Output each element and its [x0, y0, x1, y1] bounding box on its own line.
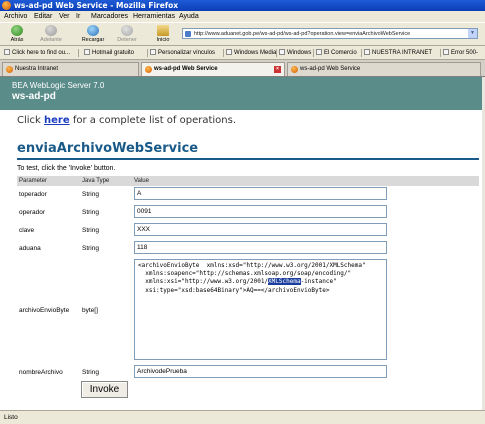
aduana-input[interactable]: 118	[134, 241, 387, 254]
back-button[interactable]: Atrás	[2, 24, 32, 46]
menu-herramientas[interactable]: Herramientas	[133, 13, 175, 21]
bookmark-icon	[150, 49, 156, 55]
back-label: Atrás	[10, 37, 24, 43]
title-divider	[17, 158, 479, 160]
back-arrow-icon	[11, 25, 23, 36]
status-bar: Listo	[0, 410, 485, 424]
menu-editar[interactable]: Editar	[34, 13, 52, 21]
operation-title: enviaArchivoWebService	[17, 141, 199, 156]
menu-ver[interactable]: Ver	[59, 13, 70, 21]
param-row-archivo-envio-byte: archivoEnvioByte byte[] <archivoEnvioByt…	[17, 259, 479, 362]
bookmark-icon	[364, 49, 370, 55]
home-icon	[157, 25, 169, 36]
menu-ayuda[interactable]: Ayuda	[179, 13, 199, 21]
tab-nuestra-intranet[interactable]: Nuestra Intranet	[2, 62, 139, 76]
archivo-envio-byte-textarea[interactable]: <archivoEnvioByte xmlns:xsd="http://www.…	[134, 259, 387, 360]
tab-close-icon[interactable]: ×	[274, 66, 281, 73]
firefox-icon	[2, 1, 11, 10]
stop-icon	[121, 25, 133, 36]
status-text: Listo	[4, 414, 18, 421]
invoke-button[interactable]: Invoke	[81, 381, 128, 398]
bookmark-item[interactable]: Windows Media	[226, 48, 276, 58]
tab-ws-ad-pd-active[interactable]: ws-ad-pd Web Service ×	[141, 62, 285, 76]
menu-archivo[interactable]: Archivo	[4, 13, 27, 21]
param-row-clave: clave String XXX	[17, 222, 479, 240]
bookmark-item[interactable]: Personalizar vínculos	[150, 48, 215, 58]
clave-input[interactable]: XXX	[134, 223, 387, 236]
invoke-button-wrapper: Invoke	[81, 381, 128, 398]
selected-text: XMLSchema	[268, 278, 301, 286]
reload-icon	[87, 25, 99, 36]
page-icon	[185, 31, 191, 37]
url-bar[interactable]: http://www.aduanet.gob.pe/ws-ad-pd/ws-ad…	[182, 28, 478, 39]
home-label: Inicio	[156, 37, 170, 43]
intro-text: Click here for a complete list of operat…	[17, 115, 237, 126]
window-title: ws-ad-pd Web Service - Mozilla Firefox	[14, 1, 179, 10]
banner-server-name: BEA WebLogic Server 7.0	[12, 81, 105, 90]
bookmarks-toolbar: Click here to find ou... Hotmail gratuit…	[0, 46, 485, 60]
tab-ws-ad-pd[interactable]: ws-ad-pd Web Service	[287, 62, 481, 76]
home-button[interactable]: Inicio	[148, 24, 178, 46]
param-row-nombre-archivo: nombreArchivo String ArchivodePrueba	[17, 364, 479, 382]
forward-label: Adelante	[40, 37, 62, 43]
param-row-aduana: aduana String 118	[17, 240, 479, 258]
window-title-bar: ws-ad-pd Web Service - Mozilla Firefox	[0, 0, 485, 11]
page-content: BEA WebLogic Server 7.0 ws-ad-pd Click h…	[0, 77, 485, 410]
header-value: Value	[134, 178, 149, 184]
url-dropdown-icon[interactable]: ▼	[468, 29, 477, 38]
weblogic-banner: BEA WebLogic Server 7.0 ws-ad-pd	[0, 77, 482, 110]
operador-input[interactable]: 0091	[134, 205, 387, 218]
url-text: http://www.aduanet.gob.pe/ws-ad-pd/ws-ad…	[194, 31, 411, 37]
navigation-toolbar: Atrás Adelante Recargar Detener Inicio h…	[0, 22, 485, 46]
operations-list-link[interactable]: here	[44, 115, 70, 126]
forward-arrow-icon	[45, 25, 57, 36]
banner-service-name: ws-ad-pd	[12, 91, 56, 102]
bookmark-item[interactable]: Error 500-	[443, 48, 478, 58]
toperador-input[interactable]: A	[134, 187, 387, 200]
stop-label: Detener	[117, 37, 137, 43]
param-row-operador: operador String 0091	[17, 204, 479, 222]
nombre-archivo-input[interactable]: ArchivodePrueba	[134, 365, 387, 378]
reload-label: Recargar	[81, 37, 105, 43]
forward-button[interactable]: Adelante	[36, 24, 66, 46]
bookmark-icon	[279, 49, 285, 55]
menu-marcadores[interactable]: Marcadores	[91, 13, 128, 21]
bookmark-item[interactable]: NUESTRA INTRANET	[364, 48, 432, 58]
tab-favicon-icon	[291, 66, 298, 73]
bookmark-item[interactable]: El Comercio	[316, 48, 357, 58]
bookmark-icon	[4, 49, 10, 55]
stop-button[interactable]: Detener	[112, 24, 142, 46]
header-parameter: Parameter	[19, 178, 48, 184]
bookmark-item[interactable]: Windows	[279, 48, 311, 58]
header-java-type: Java Type	[82, 178, 110, 184]
bookmark-icon	[443, 49, 449, 55]
bookmark-item[interactable]: Hotmail gratuito	[84, 48, 134, 58]
bookmark-icon	[316, 49, 322, 55]
bookmark-icon	[226, 49, 232, 55]
tab-strip: Nuestra Intranet ws-ad-pd Web Service × …	[0, 60, 485, 77]
test-instructions: To test, click the 'Invoke' button.	[17, 165, 116, 172]
bookmark-item[interactable]: Click here to find ou...	[4, 48, 70, 58]
parameter-table-header: Parameter Java Type Value	[17, 176, 479, 186]
tab-favicon-icon	[145, 66, 152, 73]
menu-bar: Archivo Editar Ver Ir Marcadores Herrami…	[0, 11, 485, 22]
menu-ir[interactable]: Ir	[76, 13, 80, 21]
reload-button[interactable]: Recargar	[78, 24, 108, 46]
tab-favicon-icon	[6, 66, 13, 73]
bookmark-icon	[84, 49, 90, 55]
param-row-toperador: toperador String A	[17, 186, 479, 204]
